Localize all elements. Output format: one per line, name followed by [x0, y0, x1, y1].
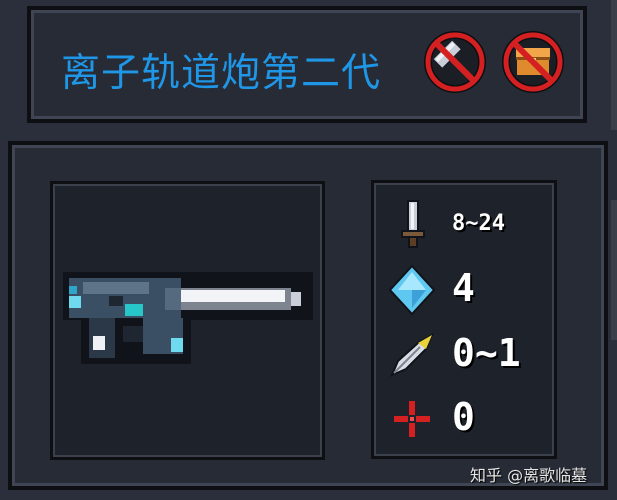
stat-row-precision: 0~1	[374, 327, 560, 383]
damage-value: 8~24	[452, 211, 505, 236]
energy-value: 4	[452, 266, 475, 310]
crosshair-icon	[394, 401, 430, 437]
stats-box: 8~24 4 0~1 0	[371, 180, 557, 459]
precision-value: 0~1	[452, 331, 521, 375]
stat-row-energy: 4	[374, 262, 560, 318]
weapon-preview-box	[50, 181, 325, 460]
stat-row-damage: 8~24	[374, 197, 560, 253]
item-name: 离子轨道炮第二代	[61, 51, 382, 96]
crit-value: 0	[452, 395, 475, 439]
diamond-icon	[388, 264, 436, 316]
stat-row-crit: 0	[374, 391, 560, 447]
background-edge-top	[611, 0, 617, 130]
watermark: 知乎 @离歌临墓	[470, 466, 588, 485]
no-hammer-icon	[424, 31, 486, 93]
background-edge-bottom	[611, 200, 617, 340]
sword-icon	[401, 200, 425, 248]
railgun-sprite	[63, 272, 313, 364]
title-panel: 离子轨道炮第二代	[27, 6, 587, 123]
no-chest-icon	[502, 31, 564, 93]
feather-icon	[390, 332, 435, 377]
weapon-info-panel: 8~24 4 0~1 0	[8, 141, 608, 490]
